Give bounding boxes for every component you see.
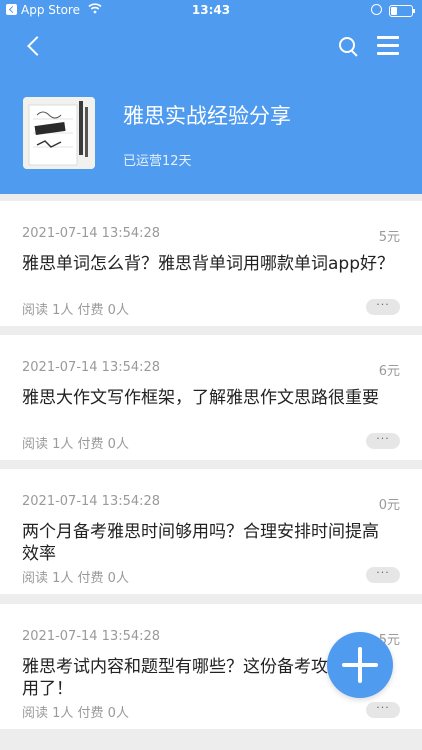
back-button[interactable] [22,34,48,60]
group-operating-days: 已运营12天 [123,154,192,169]
group-header: App Store 13:43 雅思实战经验分享 已运营12天 [0,0,422,194]
cover-illustration [23,97,95,169]
post-stats: 阅读 1人 付费 0人 [22,571,129,586]
list-item[interactable]: 2021-07-14 13:54:28 0元 两个月备考雅思时间够用吗？合理安排… [0,469,422,594]
menu-button[interactable] [377,36,399,56]
post-title[interactable]: 雅思大作文写作框架，了解雅思作文思路很重要 [22,387,394,409]
list-item[interactable]: 2021-07-14 13:54:28 5元 雅思单词怎么背？雅思背单词用哪款单… [0,201,422,326]
battery-icon [389,5,415,17]
post-date: 2021-07-14 13:54:28 [22,360,161,375]
status-time: 13:43 [191,3,231,17]
more-options-button[interactable]: ··· [366,702,400,718]
more-options-button[interactable]: ··· [366,299,400,315]
post-stats: 阅读 1人 付费 0人 [22,437,129,452]
post-price: 6元 [378,364,400,379]
more-options-button[interactable]: ··· [366,567,400,583]
orientation-lock-icon [371,4,382,15]
post-price: 5元 [378,230,400,245]
list-item[interactable]: 2021-07-14 13:54:28 6元 雅思大作文写作框架，了解雅思作文思… [0,335,422,460]
post-date: 2021-07-14 13:54:28 [22,494,161,509]
status-bar: App Store 13:43 [0,0,422,22]
group-cover-image [23,97,95,169]
post-stats: 阅读 1人 付费 0人 [22,303,129,318]
menu-icon [377,36,399,55]
search-button[interactable] [337,35,361,59]
group-title: 雅思实战经验分享 [123,104,291,128]
post-stats: 阅读 1人 付费 0人 [22,706,129,721]
post-title[interactable]: 两个月备考雅思时间够用吗？合理安排时间提高效率 [22,521,394,565]
post-date: 2021-07-14 13:54:28 [22,226,161,241]
post-date: 2021-07-14 13:54:28 [22,629,161,644]
post-price: 0元 [378,498,400,513]
more-options-button[interactable]: ··· [366,433,400,449]
post-title[interactable]: 雅思单词怎么背？雅思背单词用哪款单词app好？ [22,253,394,275]
add-post-button[interactable] [327,632,393,698]
